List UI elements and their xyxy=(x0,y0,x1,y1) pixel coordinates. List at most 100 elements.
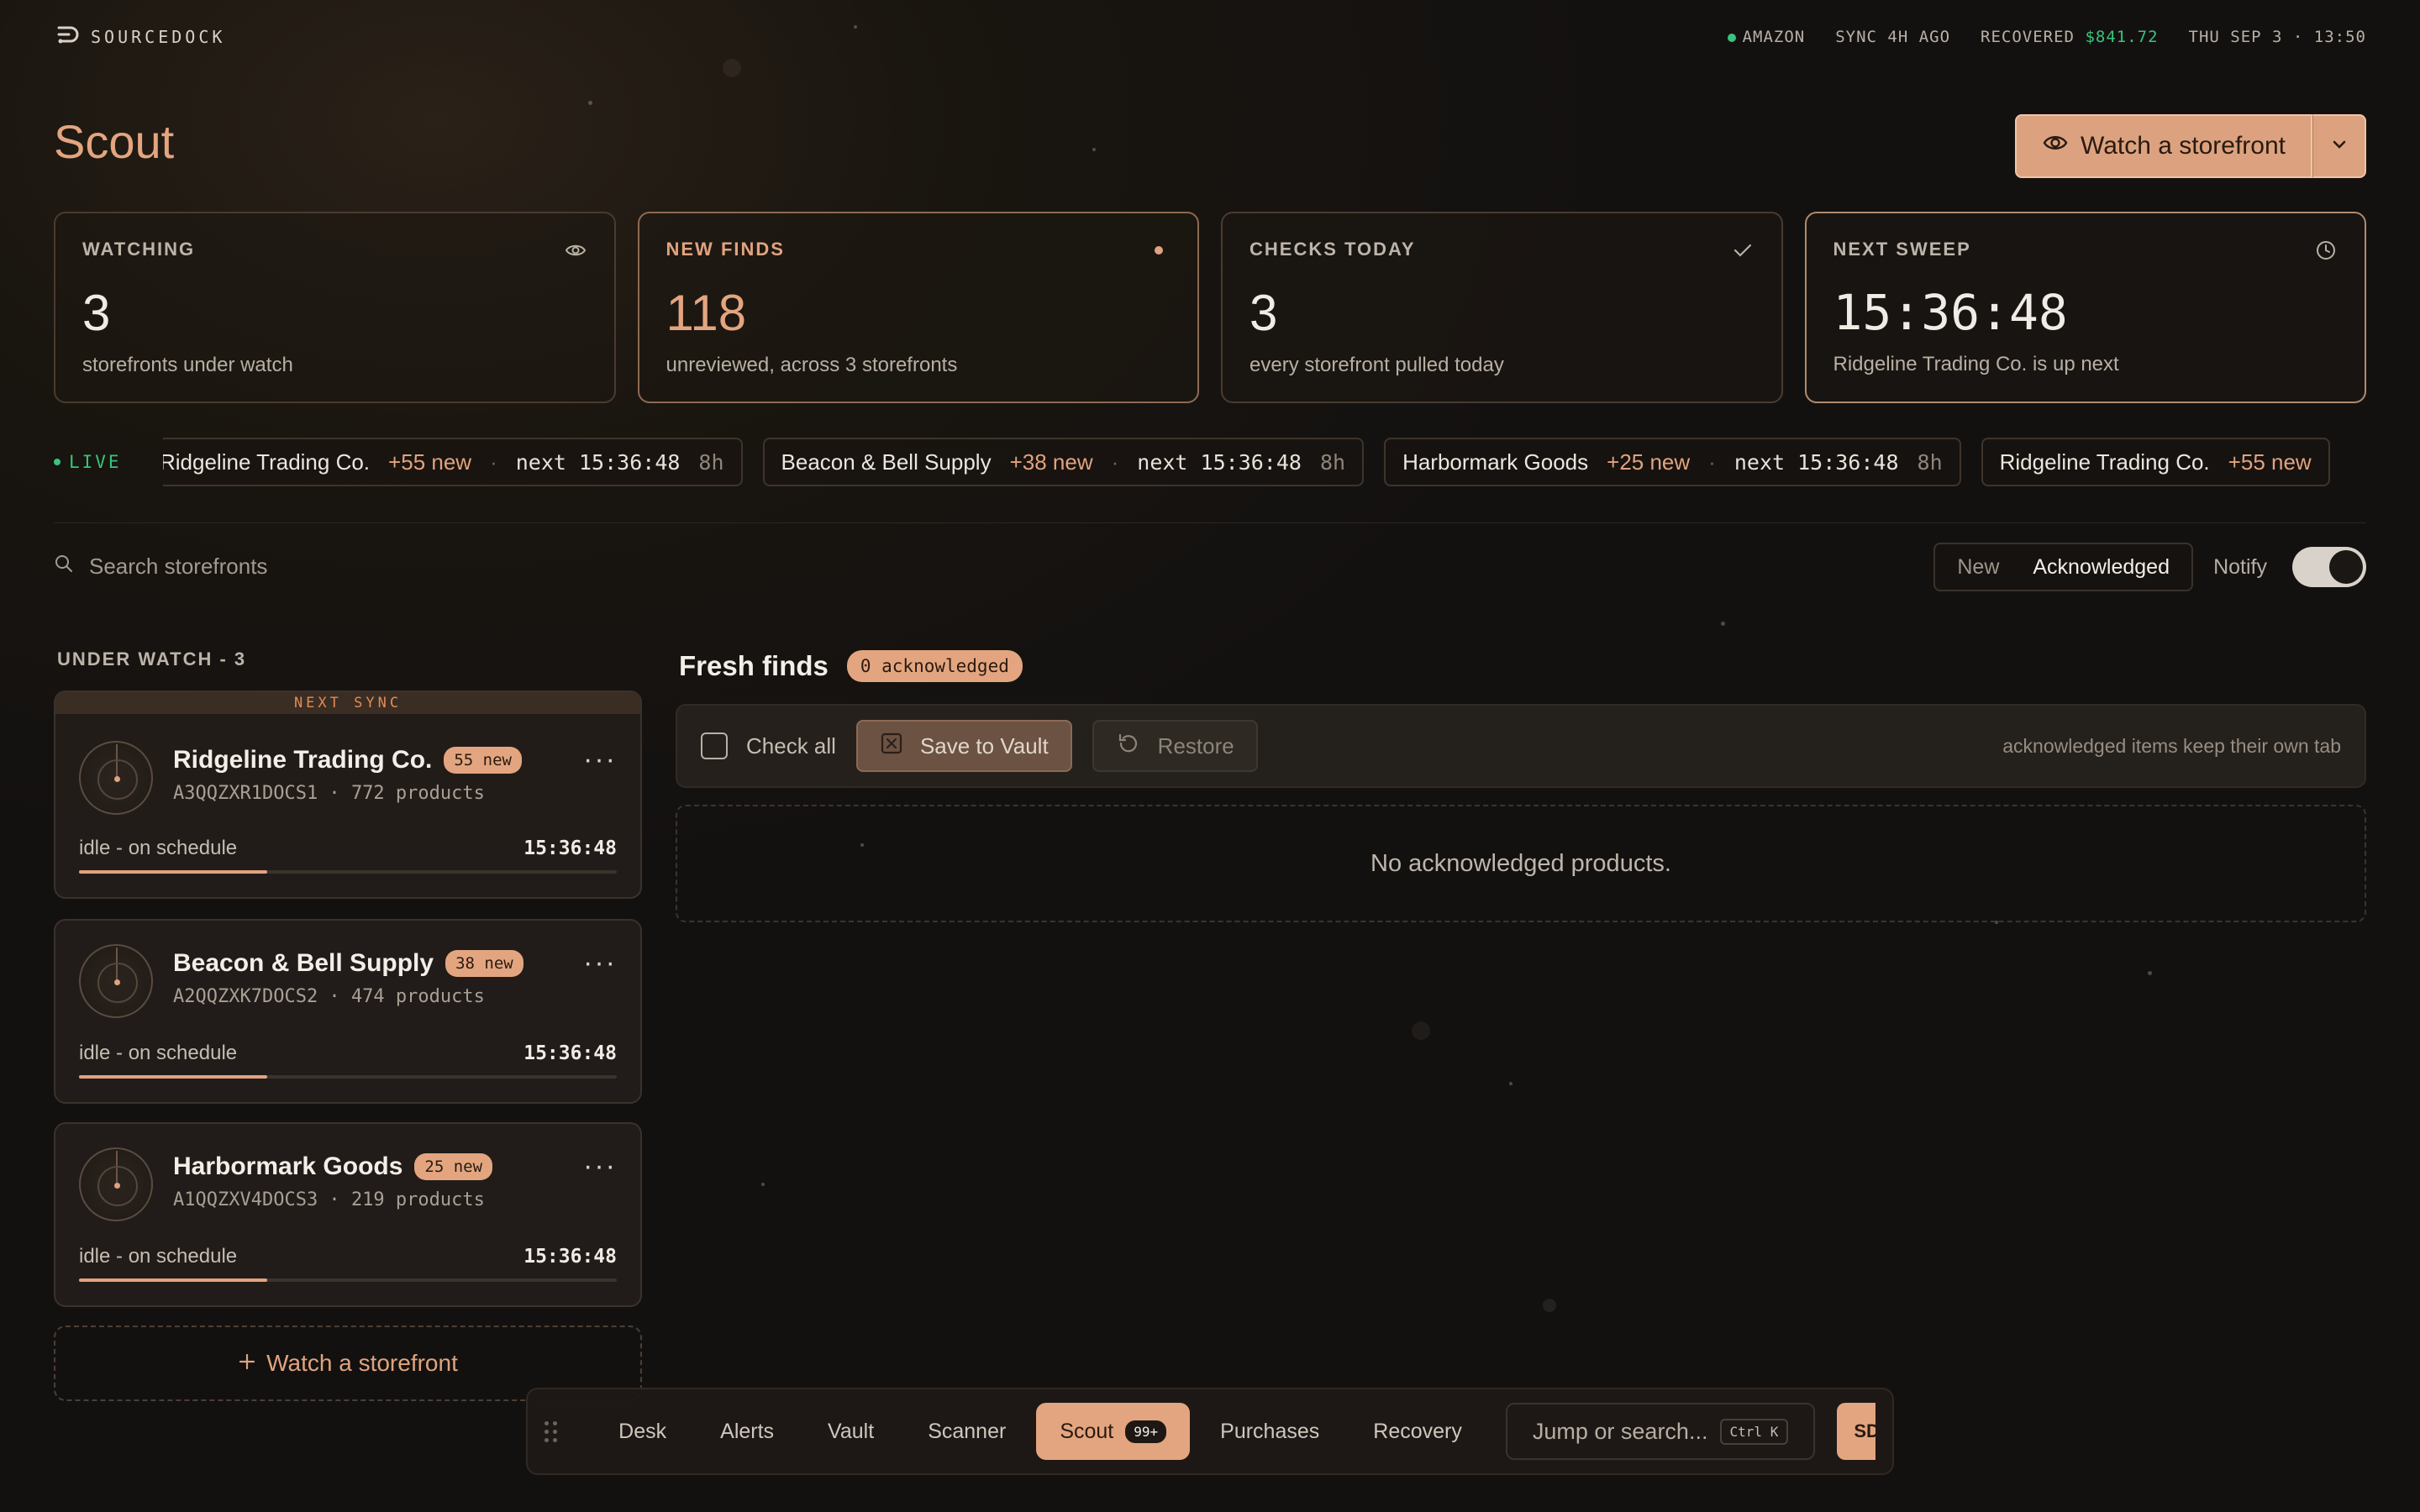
dot-icon xyxy=(1147,239,1171,262)
toggle-knob xyxy=(2329,550,2363,584)
nav-scout[interactable]: Scout 99+ xyxy=(1036,1403,1191,1460)
vault-icon xyxy=(880,732,903,761)
progress-fill xyxy=(79,1075,267,1079)
datetime: THU SEP 3 · 13:50 xyxy=(2188,28,2366,46)
jump-placeholder: Jump or search... xyxy=(1532,1418,1708,1444)
storefront-card[interactable]: Harbormark Goods 25 new A1QQZXV4DOCS3 · … xyxy=(54,1122,642,1307)
more-options-icon[interactable]: ··· xyxy=(583,745,617,774)
watch-storefront-button[interactable]: Watch a storefront xyxy=(2015,114,2312,178)
page-title: Scout xyxy=(54,115,175,168)
avatar[interactable]: SD xyxy=(1837,1403,1876,1460)
brand[interactable]: SOURCEDOCK xyxy=(54,23,225,52)
store-meta: A3QQZXR1DOCS1 · 772 products xyxy=(173,783,485,804)
notify-toggle[interactable] xyxy=(2292,547,2366,587)
store-progress-bar xyxy=(79,1278,617,1282)
radar-icon xyxy=(79,1147,153,1221)
brand-name: SOURCEDOCK xyxy=(91,27,226,47)
sync-status: SYNC 4H AGO xyxy=(1835,28,1951,46)
filter-segmented-control: New Acknowledged xyxy=(1933,543,2193,591)
recovered-value: $841.72 xyxy=(2085,28,2159,46)
notify-control: Notify xyxy=(2213,546,2366,588)
filter-acknowledged[interactable]: Acknowledged xyxy=(2016,547,2186,587)
status-bar: AMAZON SYNC 4H AGO RECOVERED $841.72 THU… xyxy=(1727,28,2366,46)
stat-cards: WATCHING 3 storefronts under watch NEW F… xyxy=(54,212,2366,403)
new-count-badge: 25 new xyxy=(414,1153,493,1180)
store-status: idle - on schedule xyxy=(79,1245,238,1268)
ticker-item[interactable]: Beacon & Bell Supply +38 new · next 15:3… xyxy=(762,438,1365,486)
ticker-item[interactable]: Harbormark Goods +25 new · next 15:36:48… xyxy=(1384,438,1961,486)
store-status: idle - on schedule xyxy=(79,1042,238,1064)
stat-sub: unreviewed, across 3 storefronts xyxy=(666,354,958,376)
radar-icon xyxy=(79,741,153,815)
store-name: Ridgeline Trading Co. xyxy=(173,746,433,774)
store-next-time: 15:36:48 xyxy=(523,1246,617,1268)
stat-sub: every storefront pulled today xyxy=(1249,354,1504,376)
nav-alerts[interactable]: Alerts xyxy=(697,1403,797,1460)
stat-value: 118 xyxy=(666,285,747,341)
nav-recovery[interactable]: Recovery xyxy=(1349,1403,1486,1460)
empty-state: No acknowledged products. xyxy=(676,805,2366,922)
store-name: Beacon & Bell Supply xyxy=(173,949,434,977)
nav-purchases[interactable]: Purchases xyxy=(1197,1403,1343,1460)
sourcedock-logo-icon xyxy=(54,23,79,52)
new-count-badge: 55 new xyxy=(444,747,522,774)
search-placeholder: Search storefronts xyxy=(89,553,268,579)
filter-new[interactable]: New xyxy=(1940,547,2016,587)
online-dot-icon xyxy=(1727,34,1736,42)
stat-sub: Ridgeline Trading Co. is up next xyxy=(1833,353,2119,375)
store-next-time: 15:36:48 xyxy=(523,1042,617,1064)
store-name: Harbormark Goods xyxy=(173,1152,403,1180)
storefront-card[interactable]: NEXT SYNC Ridgeline Trading Co. 55 new A… xyxy=(54,690,642,899)
scout-count-badge: 99+ xyxy=(1125,1420,1167,1443)
search-icon xyxy=(54,554,74,580)
storefront-card[interactable]: Beacon & Bell Supply 38 new A2QQZXK7DOCS… xyxy=(54,919,642,1104)
check-all-checkbox[interactable] xyxy=(701,732,728,759)
stat-value: 15:36:48 xyxy=(1833,284,2068,341)
ticker-items: Ridgeline Trading Co. +55 new · next 15:… xyxy=(163,438,2366,486)
stat-value: 3 xyxy=(1249,285,1278,341)
chevron-down-icon xyxy=(2329,134,2349,159)
shortcut-key: Ctrl K xyxy=(1719,1418,1789,1445)
toolbar-note: acknowledged items keep their own tab xyxy=(2002,734,2341,757)
more-options-icon[interactable]: ··· xyxy=(583,1152,617,1180)
eye-icon xyxy=(564,239,587,262)
notify-label: Notify xyxy=(2213,554,2267,579)
stat-sub: storefronts under watch xyxy=(82,354,293,376)
fresh-finds-title: Fresh finds xyxy=(679,650,829,681)
new-count-badge: 38 new xyxy=(445,950,523,977)
restore-button[interactable]: Restore xyxy=(1092,720,1258,772)
ticker-item[interactable]: Ridgeline Trading Co. +55 new · next 15:… xyxy=(163,438,743,486)
nav-scanner[interactable]: Scanner xyxy=(904,1403,1029,1460)
live-dot-icon xyxy=(54,459,60,465)
stat-card-watching: WATCHING 3 storefronts under watch xyxy=(54,212,616,403)
store-meta: A1QQZXV4DOCS3 · 219 products xyxy=(173,1189,485,1210)
more-options-icon[interactable]: ··· xyxy=(583,948,617,977)
search-input[interactable]: Search storefronts xyxy=(54,549,267,583)
recovered-status: RECOVERED $841.72 xyxy=(1981,28,2159,46)
divider xyxy=(54,522,2366,523)
plus-icon xyxy=(238,1350,256,1377)
watch-dropdown-button[interactable] xyxy=(2312,114,2366,178)
bulk-action-toolbar: Check all Save to Vault Restore acknowle… xyxy=(676,704,2366,788)
nav-vault[interactable]: Vault xyxy=(804,1403,897,1460)
progress-fill xyxy=(79,870,267,874)
fresh-finds-header: Fresh finds 0 acknowledged xyxy=(679,650,1023,682)
live-ticker: LIVE Ridgeline Trading Co. +55 new · nex… xyxy=(54,437,2366,487)
save-to-vault-button[interactable]: Save to Vault xyxy=(855,720,1072,772)
stat-card-checks-today: CHECKS TODAY 3 every storefront pulled t… xyxy=(1221,212,1783,403)
store-progress-bar xyxy=(79,1075,617,1079)
acknowledged-count-badge: 0 acknowledged xyxy=(846,650,1023,682)
store-next-time: 15:36:48 xyxy=(523,837,617,859)
ticker-item[interactable]: Ridgeline Trading Co. +55 new xyxy=(1981,438,2330,486)
eye-icon xyxy=(2042,129,2069,163)
jump-search-input[interactable]: Jump or search... Ctrl K xyxy=(1505,1403,1816,1460)
clock-icon xyxy=(2314,239,2338,262)
progress-fill xyxy=(79,1278,267,1282)
restore-icon xyxy=(1116,731,1141,762)
nav-desk[interactable]: Desk xyxy=(595,1403,690,1460)
drag-handle-icon[interactable] xyxy=(544,1420,561,1442)
store-meta: A2QQZXK7DOCS2 · 474 products xyxy=(173,986,485,1007)
top-bar: SOURCEDOCK AMAZON SYNC 4H AGO RECOVERED … xyxy=(54,24,2366,50)
check-all-label[interactable]: Check all xyxy=(746,733,836,759)
stat-card-new-finds: NEW FINDS 118 unreviewed, across 3 store… xyxy=(637,212,1199,403)
